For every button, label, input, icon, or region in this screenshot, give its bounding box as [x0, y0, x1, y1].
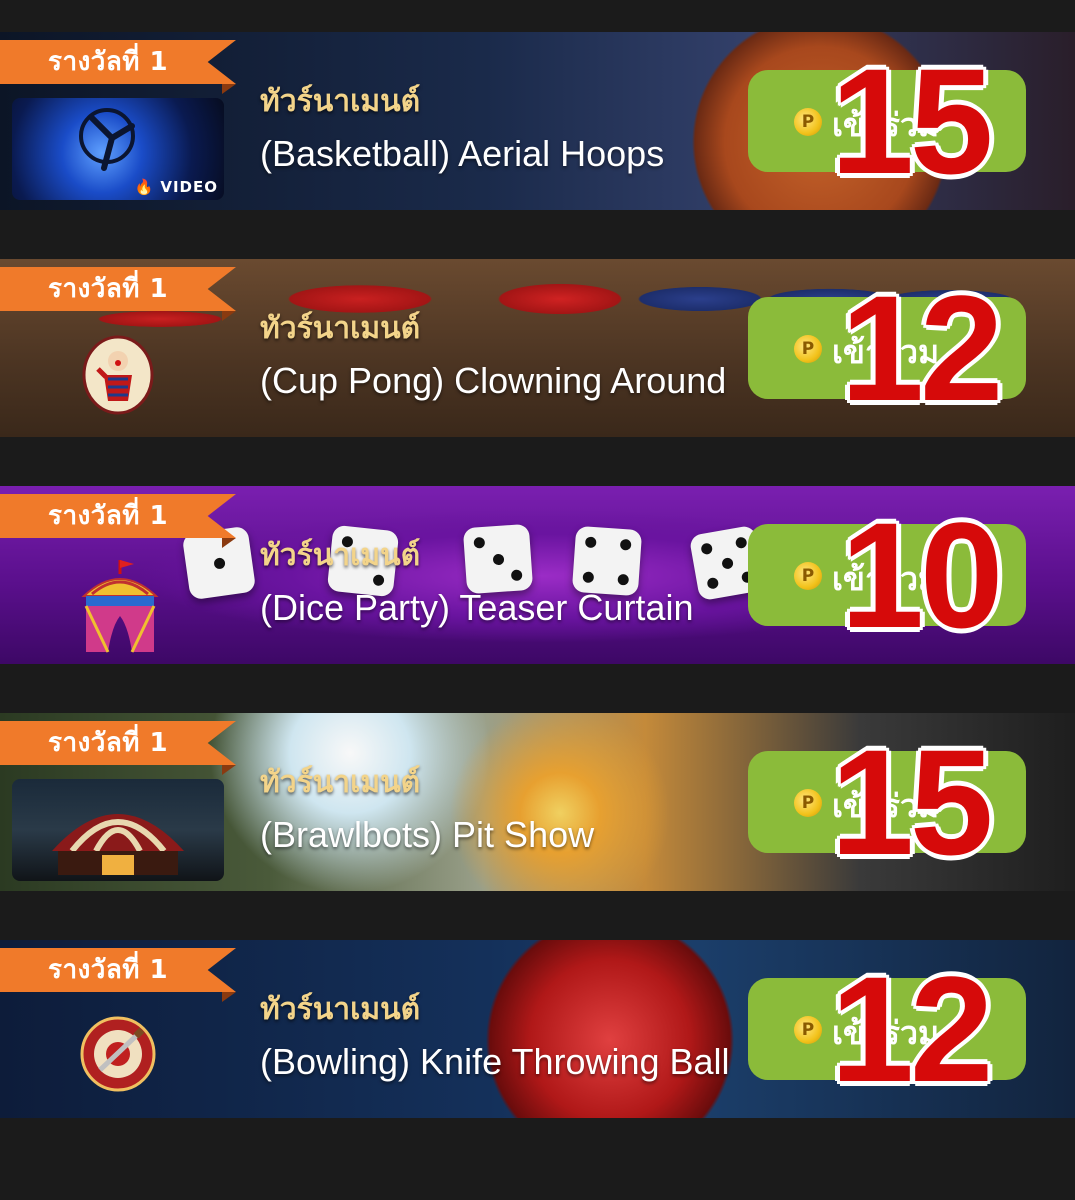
tournament-card-cup-pong[interactable]: รางวัลที่ 1 ทัวร์นาเมนต์ (Cup Pong) Clow…	[0, 259, 1075, 437]
rank-ribbon: รางวัลที่ 1	[0, 40, 236, 84]
tournament-title: (Brawlbots) Pit Show	[260, 814, 595, 855]
overlay-count: 15	[829, 716, 996, 888]
tournament-card-bowling[interactable]: รางวัลที่ 1 ทัวร์นาเมนต์ (Bowling) Knife…	[0, 940, 1075, 1118]
video-thumbnail[interactable]: 🔥 VIDEO	[12, 98, 224, 200]
tournament-label: ทัวร์นาเมนต์	[260, 765, 421, 800]
tournament-label: ทัวร์นาเมนต์	[260, 311, 421, 346]
overlay-count: 12	[839, 262, 1006, 434]
tournament-card-brawlbots[interactable]: รางวัลที่ 1 ทัวร์นาเมนต์ (Brawlbots) Pit…	[0, 713, 1075, 891]
flame-icon: 🔥	[134, 178, 155, 196]
tournament-label: ทัวร์นาเมนต์	[260, 992, 421, 1027]
tournament-title: (Basketball) Aerial Hoops	[260, 133, 665, 174]
tournament-list: รางวัลที่ 1 🔥 VIDEO ทัวร์นาเมนต์ (Basketb…	[0, 0, 1075, 1200]
overlay-count: 12	[829, 943, 996, 1115]
knife-target-icon	[80, 1016, 156, 1092]
rank-ribbon: รางวัลที่ 1	[0, 721, 236, 765]
tournament-title: (Dice Party) Teaser Curtain	[260, 587, 694, 628]
circus-tent-icon	[81, 560, 159, 653]
tournament-title: (Bowling) Knife Throwing Ball	[260, 1041, 730, 1082]
tournament-card-dice-party[interactable]: รางวัลที่ 1 ทัวร์นาเมนต์ (Dice Party) Te…	[0, 486, 1075, 664]
rank-ribbon: รางวัลที่ 1	[0, 494, 236, 538]
rank-ribbon: รางวัลที่ 1	[0, 267, 236, 311]
tournament-label: ทัวร์นาเมนต์	[260, 538, 421, 573]
circus-clown-emblem-icon	[82, 335, 154, 415]
overlay-count: 15	[829, 35, 996, 207]
tournament-label: ทัวร์นาเมนต์	[260, 84, 421, 119]
circus-tent-thumbnail[interactable]	[12, 779, 224, 881]
video-badge: 🔥 VIDEO	[135, 178, 218, 196]
rank-ribbon: รางวัลที่ 1	[0, 948, 236, 992]
tournament-card-basketball[interactable]: รางวัลที่ 1 🔥 VIDEO ทัวร์นาเมนต์ (Basketb…	[0, 32, 1075, 210]
circus-tent-icon	[52, 814, 184, 875]
tournament-title: (Cup Pong) Clowning Around	[260, 360, 727, 401]
overlay-count: 10	[839, 489, 1006, 661]
video-badge-label: VIDEO	[160, 178, 218, 196]
